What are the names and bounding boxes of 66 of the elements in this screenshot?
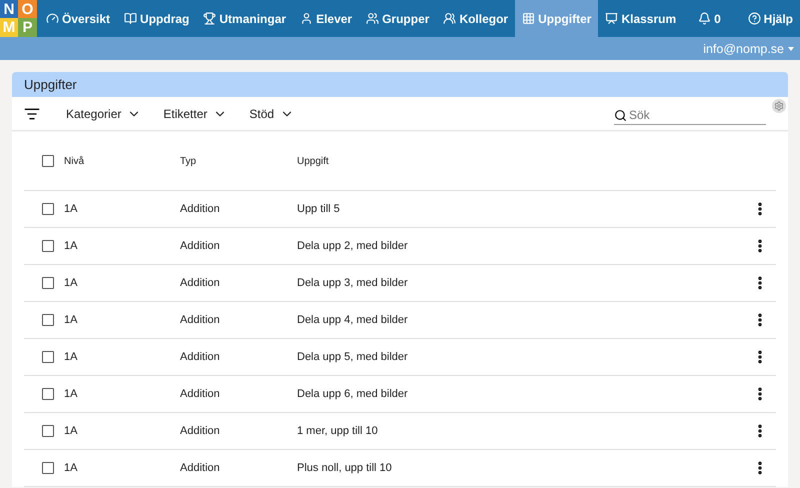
account-menu[interactable]: info@nomp.se	[703, 42, 794, 56]
checkbox[interactable]	[42, 240, 54, 252]
table-cell-text: Dela upp 2, med bilder	[297, 240, 409, 252]
column-header: Uppgift	[297, 156, 330, 166]
checkbox[interactable]	[42, 351, 54, 363]
table-cell-text: Addition	[180, 203, 221, 215]
table-cell-text: Addition	[180, 240, 221, 252]
checkbox[interactable]	[42, 462, 54, 474]
table-cell-text: 1A	[64, 203, 78, 215]
nav-tab[interactable]: Uppdrag	[117, 0, 196, 37]
search-icon	[614, 108, 627, 122]
book-icon	[124, 12, 138, 25]
table-cell-text: 1 mer, upp till 10	[297, 425, 379, 437]
filter-dropdown[interactable]: Stöd	[249, 106, 294, 120]
users-icon	[366, 12, 380, 25]
checkbox[interactable]	[42, 388, 54, 400]
help-icon	[748, 12, 761, 25]
checkbox[interactable]	[42, 314, 54, 326]
caret-icon	[788, 46, 794, 50]
table-cell-text: Addition	[180, 425, 221, 437]
grid-icon	[522, 12, 536, 25]
table-cell-text: Dela upp 5, med bilder	[297, 351, 409, 363]
settings-button[interactable]	[772, 99, 786, 113]
filter-icon[interactable]	[24, 106, 40, 122]
table-cell-text: Addition	[180, 351, 221, 363]
table-cell-text: 1A	[64, 425, 78, 437]
table-cell-text: 1A	[64, 388, 78, 400]
table-cell-text: 1A	[64, 240, 78, 252]
table-cell-text: 1A	[64, 462, 78, 474]
table-cell-text: Addition	[180, 314, 221, 326]
checkbox[interactable]	[42, 277, 54, 289]
filter-dropdown[interactable]: Kategorier	[66, 106, 142, 120]
checkbox[interactable]	[42, 203, 54, 215]
people-icon	[443, 12, 456, 25]
gauge-icon	[46, 12, 59, 25]
column-header: Nivå	[64, 156, 86, 166]
nav-tab[interactable]: Uppgifter	[515, 0, 598, 37]
nav-tab[interactable]: Klassrum	[598, 0, 684, 37]
help-link[interactable]: Hjälp	[740, 0, 800, 37]
table-cell-text: 1A	[64, 351, 78, 363]
filter-dropdown[interactable]: Etiketter	[163, 106, 228, 120]
table-cell-text: Plus noll, upp till 10	[297, 462, 393, 474]
table-cell-text: Dela upp 3, med bilder	[297, 277, 409, 289]
board-icon	[605, 12, 618, 25]
column-header: Typ	[180, 156, 198, 166]
table-cell-text: 1A	[64, 277, 78, 289]
table-cell-text: 1A	[64, 314, 78, 326]
table-cell-text: Dela upp 6, med bilder	[297, 388, 409, 400]
table-cell-text: Addition	[180, 462, 221, 474]
nav-tab[interactable]: Kollegor	[436, 0, 516, 37]
table-cell-text: Upp till 5	[297, 203, 341, 215]
checkbox[interactable]	[42, 155, 54, 167]
nav-tab[interactable]: 0	[691, 0, 728, 37]
panel-title: Uppgifter	[24, 77, 77, 92]
nav-tab[interactable]: Elever	[293, 0, 360, 37]
table-cell-text: Addition	[180, 277, 221, 289]
table-cell-text: Dela upp 4, med bilder	[297, 314, 409, 326]
logo: N O M P	[0, 0, 37, 37]
nav-tab[interactable]: Översikt	[39, 0, 118, 37]
nav-tab[interactable]: Grupper	[359, 0, 436, 37]
user-icon	[300, 12, 314, 25]
table-cell-text: Addition	[180, 388, 221, 400]
nav-tab[interactable]: Utmaningar	[196, 0, 294, 37]
trophy-icon	[203, 12, 216, 25]
checkbox[interactable]	[42, 425, 54, 437]
bell-icon	[698, 12, 712, 25]
